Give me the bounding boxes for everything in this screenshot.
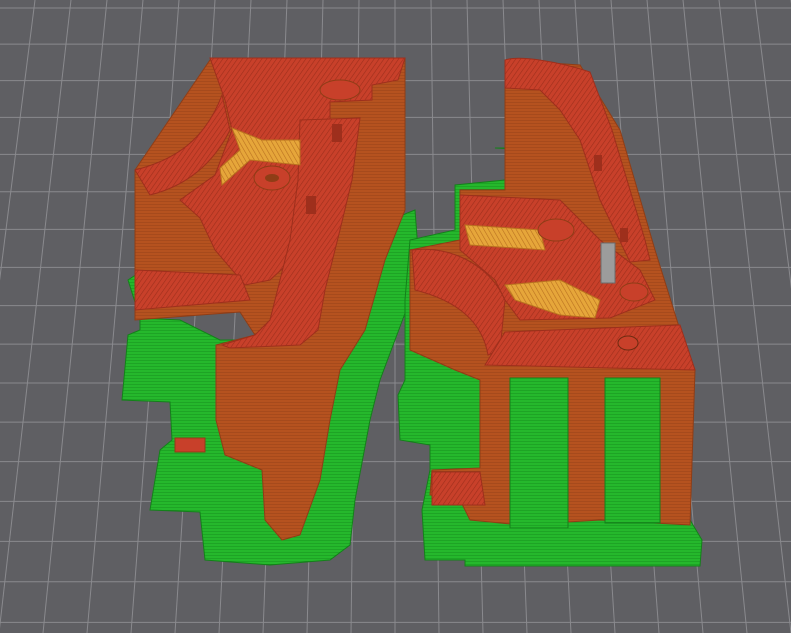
right-support-column-1 [509, 377, 569, 529]
right-slot-2 [620, 228, 628, 242]
grid-line-vertical [42, 0, 108, 633]
right-boss-cylinder [537, 218, 575, 242]
right-boss-2 [619, 282, 649, 302]
grid-line-vertical [718, 0, 791, 633]
right-part-block-top [484, 324, 696, 371]
grid-line-vertical [0, 0, 36, 281]
gcode-preview-viewport[interactable] [0, 0, 791, 633]
left-boss-hole [265, 174, 279, 182]
right-slot-1 [594, 155, 602, 171]
grid-line-vertical [754, 0, 791, 289]
grid-line-vertical [0, 0, 72, 629]
left-slot-2 [306, 196, 316, 214]
preview-canvas[interactable] [0, 0, 791, 633]
left-top-boss [319, 79, 361, 101]
right-printed-part[interactable] [397, 57, 703, 567]
right-block-hole [617, 335, 639, 351]
left-small-block [174, 437, 206, 453]
left-printed-part[interactable] [121, 57, 419, 566]
left-slot-1 [332, 124, 342, 142]
right-small-ledge [431, 471, 486, 506]
right-support-column-2 [604, 377, 661, 524]
gray-insert-pin [600, 242, 616, 284]
